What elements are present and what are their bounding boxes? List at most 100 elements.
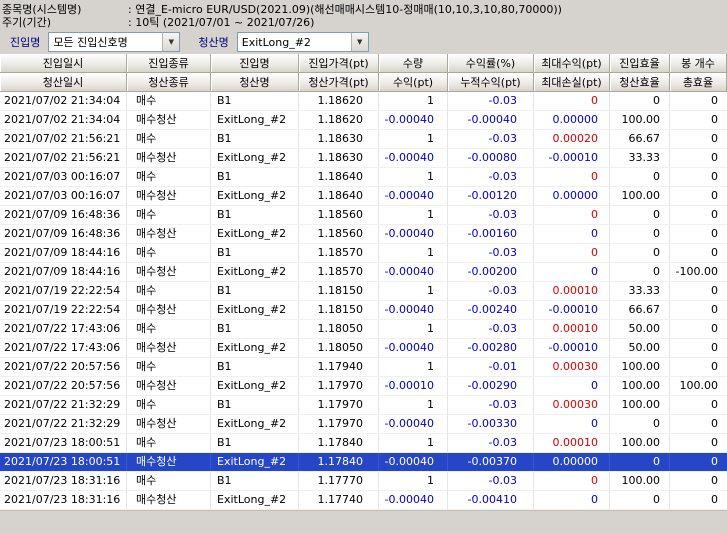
chevron-down-icon[interactable]: ▼ (351, 33, 368, 51)
table-cell: 매수 (127, 320, 211, 338)
table-cell: 1.18050 (299, 320, 379, 338)
info-bar: 종목명(시스템명) : 연결_E-micro EUR/USD(2021.09)(… (0, 0, 727, 30)
column-header[interactable]: 최대수익(pt) (534, 54, 610, 73)
column-header[interactable]: 진입가격(pt) (299, 54, 379, 73)
table-cell: 1.17940 (299, 358, 379, 376)
table-row[interactable]: 2021/07/09 16:48:36매수B11.185601-0.03000 (0, 206, 727, 225)
table-cell: 0 (670, 358, 727, 376)
column-header[interactable]: 진입명 (211, 54, 299, 73)
table-cell: 0 (670, 472, 727, 490)
table-cell: 0.00030 (534, 358, 610, 376)
table-row[interactable]: 2021/07/02 21:56:21매수청산ExitLong_#21.1863… (0, 149, 727, 168)
table-cell: 0 (534, 472, 610, 490)
table-cell: -0.00040 (379, 491, 448, 509)
table-cell: 1.18620 (299, 111, 379, 129)
table-cell: 2021/07/03 00:16:07 (0, 187, 127, 205)
trade-log-window: 종목명(시스템명) : 연결_E-micro EUR/USD(2021.09)(… (0, 0, 727, 533)
table-row[interactable]: 2021/07/22 20:57:56매수B11.179401-0.010.00… (0, 358, 727, 377)
table-cell: 2021/07/19 22:22:54 (0, 282, 127, 300)
table-row[interactable]: 2021/07/23 18:00:51매수B11.178401-0.030.00… (0, 434, 727, 453)
table-row[interactable]: 2021/07/23 18:31:16매수B11.177701-0.030100… (0, 472, 727, 491)
table-cell: B1 (211, 320, 299, 338)
table-cell: -0.00040 (379, 225, 448, 243)
table-cell: 33.33 (610, 282, 670, 300)
table-cell: 0 (534, 491, 610, 509)
table-row[interactable]: 2021/07/22 17:43:06매수B11.180501-0.030.00… (0, 320, 727, 339)
column-header[interactable]: 수량 (379, 54, 448, 73)
table-cell: -0.03 (448, 206, 534, 224)
table-cell: 1.18630 (299, 130, 379, 148)
header-row-1: 진입일시진입종류진입명진입가격(pt)수량수익률(%)최대수익(pt)진입효율봉… (0, 54, 727, 73)
table-cell: 매수 (127, 396, 211, 414)
table-cell: 매수청산 (127, 263, 211, 281)
table-cell: 0 (610, 168, 670, 186)
table-cell: 0 (670, 282, 727, 300)
column-header[interactable]: 봉 개수 (670, 54, 727, 73)
table-row-selected[interactable]: 2021/07/23 18:00:51매수청산ExitLong_#21.1784… (0, 453, 727, 472)
column-header[interactable]: 최대손실(pt) (534, 73, 610, 92)
table-row[interactable]: 2021/07/02 21:56:21매수B11.186301-0.030.00… (0, 130, 727, 149)
table-row[interactable]: 2021/07/19 22:22:54매수B11.181501-0.030.00… (0, 282, 727, 301)
table-row[interactable]: 2021/07/22 21:32:29매수B11.179701-0.030.00… (0, 396, 727, 415)
table-cell: 100.00 (610, 377, 670, 395)
table-cell: -0.00040 (379, 187, 448, 205)
table-row[interactable]: 2021/07/03 00:16:07매수B11.186401-0.03000 (0, 168, 727, 187)
table-cell: -0.03 (448, 92, 534, 110)
column-header[interactable]: 청산가격(pt) (299, 73, 379, 92)
table-cell: -0.00160 (448, 225, 534, 243)
table-cell: ExitLong_#2 (211, 225, 299, 243)
table-cell: 1.18560 (299, 225, 379, 243)
column-header[interactable]: 수익률(%) (448, 54, 534, 73)
table-cell: 2021/07/22 20:57:56 (0, 377, 127, 395)
table-row[interactable]: 2021/07/02 21:34:04매수청산ExitLong_#21.1862… (0, 111, 727, 130)
period-label: 주기(기간) (2, 16, 128, 29)
column-header[interactable]: 진입일시 (0, 54, 127, 73)
entry-signal-dropdown[interactable]: 모든 진입신호명 ▼ (48, 32, 180, 52)
table-row[interactable]: 2021/07/22 21:32:29매수청산ExitLong_#21.1797… (0, 415, 727, 434)
entry-signal-selected-value: 모든 진입신호명 (49, 34, 162, 50)
column-header[interactable]: 청산일시 (0, 73, 127, 92)
table-cell: 0 (610, 206, 670, 224)
table-row[interactable]: 2021/07/23 18:31:16매수청산ExitLong_#21.1774… (0, 491, 727, 510)
entry-name-label: 진입명 (10, 34, 40, 50)
column-header[interactable]: 청산종류 (127, 73, 211, 92)
column-header[interactable]: 수익(pt) (379, 73, 448, 92)
table-cell: 2021/07/02 21:34:04 (0, 92, 127, 110)
trade-table-body: 2021/07/02 21:34:04매수B11.186201-0.030002… (0, 92, 727, 510)
column-header[interactable]: 진입효율 (610, 54, 670, 73)
table-cell: 매수 (127, 244, 211, 262)
table-cell: 1.17770 (299, 472, 379, 490)
column-header[interactable]: 진입종류 (127, 54, 211, 73)
table-row[interactable]: 2021/07/22 20:57:56매수청산ExitLong_#21.1797… (0, 377, 727, 396)
trade-table-header: 진입일시진입종류진입명진입가격(pt)수량수익률(%)최대수익(pt)진입효율봉… (0, 54, 727, 92)
table-cell: 매수 (127, 130, 211, 148)
table-row[interactable]: 2021/07/09 16:48:36매수청산ExitLong_#21.1856… (0, 225, 727, 244)
table-cell: 매수 (127, 282, 211, 300)
table-cell: 2021/07/09 18:44:16 (0, 244, 127, 262)
table-row[interactable]: 2021/07/19 22:22:54매수청산ExitLong_#21.1815… (0, 301, 727, 320)
table-cell: B1 (211, 434, 299, 452)
table-cell: ExitLong_#2 (211, 149, 299, 167)
table-cell: ExitLong_#2 (211, 377, 299, 395)
table-cell: 0 (534, 225, 610, 243)
table-cell: -0.03 (448, 244, 534, 262)
table-cell: -0.00040 (379, 453, 448, 471)
column-header[interactable]: 청산효율 (610, 73, 670, 92)
table-row[interactable]: 2021/07/02 21:34:04매수B11.186201-0.03000 (0, 92, 727, 111)
table-cell: 매수청산 (127, 377, 211, 395)
table-cell: 0 (670, 111, 727, 129)
table-cell: 0 (670, 320, 727, 338)
column-header[interactable]: 총효율 (670, 73, 727, 92)
table-row[interactable]: 2021/07/22 17:43:06매수청산ExitLong_#21.1805… (0, 339, 727, 358)
table-row[interactable]: 2021/07/09 18:44:16매수B11.185701-0.03000 (0, 244, 727, 263)
exit-signal-dropdown[interactable]: ExitLong_#2 ▼ (237, 32, 369, 52)
table-cell: ExitLong_#2 (211, 111, 299, 129)
table-row[interactable]: 2021/07/03 00:16:07매수청산ExitLong_#21.1864… (0, 187, 727, 206)
table-cell: 1.18150 (299, 301, 379, 319)
table-cell: 100.00 (610, 396, 670, 414)
column-header[interactable]: 청산명 (211, 73, 299, 92)
table-cell: -0.00010 (534, 301, 610, 319)
column-header[interactable]: 누적수익(pt) (448, 73, 534, 92)
table-row[interactable]: 2021/07/09 18:44:16매수청산ExitLong_#21.1857… (0, 263, 727, 282)
chevron-down-icon[interactable]: ▼ (162, 33, 179, 51)
